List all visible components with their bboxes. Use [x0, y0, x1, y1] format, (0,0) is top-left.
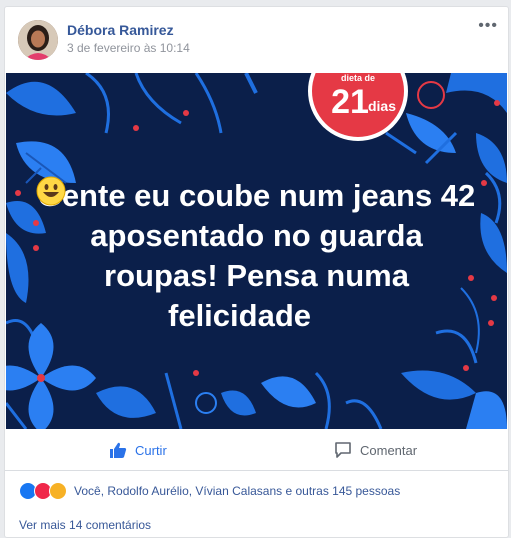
post-text-line-4-wrapper: felicidade — [36, 176, 477, 336]
post-text-line-2: aposentado no guarda — [90, 218, 423, 253]
see-more-comments-link[interactable]: Ver mais 14 comentários — [19, 518, 151, 532]
grinning-face-icon — [36, 176, 345, 330]
author-name[interactable]: Débora Ramirez — [67, 22, 174, 38]
post-header: Débora Ramirez 3 de fevereiro às 10:14 •… — [5, 7, 508, 71]
dieta-21-dias-logo: dieta de 21 dias — [306, 73, 410, 143]
post-text-line-3: roupas! Pensa numa — [104, 258, 409, 293]
post-image-text: Gente eu coube num jeans 42 aposentado n… — [36, 176, 477, 336]
svg-text:dias: dias — [368, 98, 396, 114]
thumbs-up-icon — [109, 441, 127, 459]
reactions-text: Você, Rodolfo Aurélio, Vívian Calasans e… — [74, 484, 401, 498]
comment-label: Comentar — [360, 442, 418, 458]
author-avatar[interactable] — [18, 20, 58, 60]
post-actions-bar: Curtir Comentar — [5, 430, 508, 471]
post-text-line-4: felicidade — [168, 298, 311, 333]
like-label: Curtir — [135, 442, 167, 458]
post-image[interactable]: dieta de 21 dias Gente eu coube num jean… — [6, 73, 507, 429]
wow-reaction-icon — [49, 482, 67, 500]
comment-bubble-icon — [334, 441, 352, 459]
reactions-summary[interactable]: Você, Rodolfo Aurélio, Vívian Calasans e… — [19, 481, 400, 501]
like-button[interactable]: Curtir — [109, 430, 167, 470]
post-card: Débora Ramirez 3 de fevereiro às 10:14 •… — [4, 6, 509, 538]
post-timestamp[interactable]: 3 de fevereiro às 10:14 — [67, 41, 190, 55]
reaction-icons — [19, 482, 67, 500]
svg-text:21: 21 — [331, 83, 369, 121]
post-text-line-1: Gente eu coube num jeans 42 — [37, 178, 476, 213]
avatar-photo-icon — [18, 20, 58, 60]
more-options-icon[interactable]: ••• — [478, 18, 498, 34]
comment-button[interactable]: Comentar — [334, 430, 417, 470]
svg-text:dieta de: dieta de — [341, 73, 375, 83]
logo-badge-icon: dieta de 21 dias — [308, 73, 408, 141]
